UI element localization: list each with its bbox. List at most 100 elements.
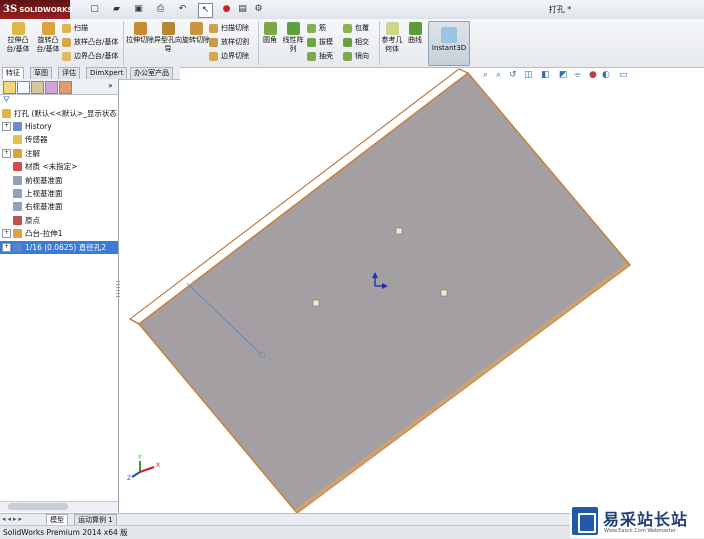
tree-annotations[interactable]: + 注解 [0,147,118,160]
heads-up-view-toolbar: ⌕ ⌕ ↺ ◫ ◧ ◩ ⌯ ● ◐ ▭ [483,70,628,80]
intersect-icon [343,38,352,47]
tree-horizontal-scrollbar[interactable] [0,501,118,512]
open-folder-icon[interactable]: ▰ [110,3,123,16]
revolve-boss-button[interactable]: 旋转凸台/基体 [33,21,63,54]
sweep-button[interactable]: 扫描 [62,22,88,35]
hide-show-items-icon[interactable]: ⌯ [574,70,582,80]
display-style-icon[interactable]: ◩ [559,70,568,80]
file-properties-icon[interactable]: ▤ [236,3,249,16]
tree-boss-extrude1[interactable]: + 凸台-拉伸1 [0,227,118,240]
undo-icon[interactable]: ↶ [176,3,189,16]
hole-marker [440,289,448,297]
tree-history[interactable]: + History [0,120,118,133]
linear-pattern-button[interactable]: 线性阵列 [281,21,305,54]
tree-node-label: 原点 [25,215,40,225]
manager-tabs: » [0,79,118,95]
loft-boss-button[interactable]: 放样凸台/基体 [62,36,118,49]
extrude-cut-icon [133,22,147,35]
extrude-cut-button[interactable]: 拉伸切除 [126,21,154,45]
ribbon-separator [379,21,380,65]
hole-wizard-button[interactable]: 异型孔向导 [154,21,182,54]
section-view-icon[interactable]: ◫ [524,70,533,80]
tree-origin[interactable]: 原点 [0,214,118,227]
view-orientation-icon[interactable]: ◧ [541,70,550,80]
extrude-boss-icon [11,22,25,35]
tree-sensors[interactable]: 传感器 [0,133,118,146]
expand-toggle-icon[interactable]: + [2,122,11,131]
boundary-boss-button[interactable]: 边界凸台/基体 [62,50,118,63]
expand-toggle-icon[interactable]: + [2,148,11,158]
hole-wizard-icon [161,22,175,35]
watermark: 易采站长站 Www.Easck.Com Webmaster [570,504,704,538]
tree-node-icon [13,135,22,145]
scrollbar-thumb[interactable] [8,503,68,510]
property-manager-tab-icon[interactable] [17,81,30,94]
boundary-boss-icon [62,52,71,61]
curves-button[interactable]: 曲线 [405,21,425,45]
zoom-area-icon[interactable]: ⌕ [496,70,501,80]
filter-icon[interactable]: ⛛ [3,95,10,105]
shell-button[interactable]: 抽壳 [307,50,333,63]
dimxpert-manager-tab-icon[interactable] [45,81,58,94]
fillet-icon [263,22,277,35]
reference-geometry-button[interactable]: 参考几何体 [381,21,403,54]
tree-node-icon [13,202,22,212]
svg-text:X: X [156,462,160,469]
loft-boss-icon [62,38,71,47]
mirror-button[interactable]: 镜向 [343,50,369,63]
logo-mark: 3S [3,4,18,15]
tree-node-label: 材质 <未指定> [25,162,78,172]
loft-cut-button[interactable]: 放样切割 [209,36,249,49]
sweep-cut-icon [209,24,218,33]
part-icon [2,109,11,118]
configuration-manager-tab-icon[interactable] [31,81,44,94]
instant3d-button[interactable]: Instant3D [428,21,470,66]
tree-node-icon [13,242,22,252]
revolve-cut-icon [189,22,203,35]
view-settings-icon[interactable]: ▭ [619,70,628,80]
tree-right-plane[interactable]: 右视基准面 [0,200,118,213]
options-gear-icon[interactable]: ⚙ [252,3,265,16]
draft-button[interactable]: 拔模 [307,36,333,49]
tree-front-plane[interactable]: 前视基准面 [0,174,118,187]
tree-node-label: 1/16 (0.0625) 直径孔2 [25,242,106,252]
tree-root[interactable]: 打孔 (默认<<默认>_显示状态 [0,107,117,120]
zoom-to-fit-icon[interactable]: ⌕ [483,70,488,80]
expand-toggle-icon[interactable]: + [2,242,11,252]
expand-panel-chevron-icon[interactable]: » [108,81,113,90]
solidworks-logo[interactable]: 3S SOLIDWORKS [0,0,73,19]
revolve-cut-button[interactable]: 旋转切除 [182,21,210,45]
tree-hole2[interactable]: +1/16 (0.0625) 直径孔2 [0,240,118,254]
tab-sketch[interactable]: 草图 [30,67,52,79]
tab-evaluate[interactable]: 评估 [58,67,80,79]
panel-splitter-handle[interactable] [116,281,120,297]
new-document-icon[interactable]: ▢ [88,3,101,16]
save-icon[interactable]: ▣ [132,3,145,16]
tab-features[interactable]: 特征 [2,67,24,79]
apply-scene-icon[interactable]: ◐ [602,70,610,80]
wrap-button[interactable]: 包覆 [343,22,369,35]
linear-pattern-icon [286,22,300,35]
display-manager-tab-icon[interactable] [59,81,72,94]
graphics-viewport[interactable]: ⌕ ⌕ ↺ ◫ ◧ ◩ ⌯ ● ◐ ▭ X Y Z [119,67,704,513]
fillet-button[interactable]: 圆角 [260,21,280,45]
edit-appearance-icon[interactable]: ● [589,70,597,80]
rebuild-icon[interactable]: ● [220,3,233,16]
previous-view-icon[interactable]: ↺ [509,70,517,80]
expand-toggle-icon[interactable]: + [2,229,11,239]
print-icon[interactable]: ⎙ [154,3,167,16]
extrude-boss-button[interactable]: 拉伸凸台/基体 [3,21,33,54]
tree-top-plane[interactable]: 上视基准面 [0,187,118,200]
tree-node-label: 注解 [25,148,40,158]
tree-material[interactable]: 材质 <未指定> [0,160,118,173]
intersect-button[interactable]: 相交 [343,36,369,49]
svg-text:Y: Y [137,454,142,461]
sweep-cut-button[interactable]: 扫描切除 [209,22,249,35]
loft-cut-icon [209,38,218,47]
tab-scroll-arrows-icon[interactable]: ◂◂▸▸ [2,515,24,523]
feature-manager-tab-icon[interactable] [3,81,16,94]
tree-node-label: History [25,122,52,131]
rib-button[interactable]: 筋 [307,22,326,35]
boundary-cut-button[interactable]: 边界切除 [209,50,249,63]
select-cursor-icon[interactable]: ↖ [198,3,213,18]
